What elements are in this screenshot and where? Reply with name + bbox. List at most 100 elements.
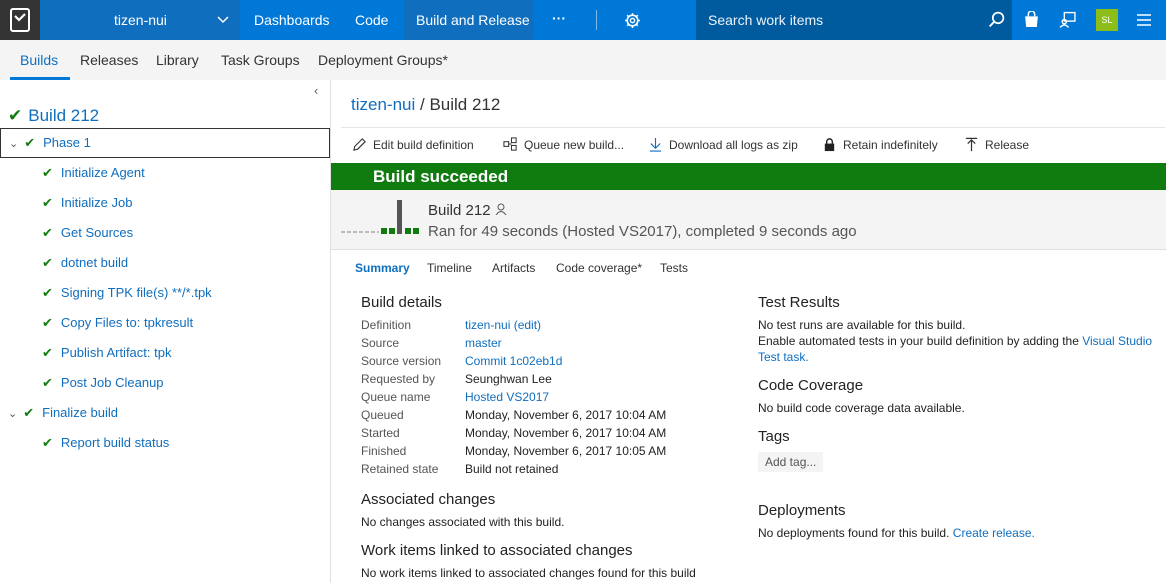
person-icon	[495, 202, 507, 219]
tree-step-label: Copy Files to: tpkresult	[60, 315, 194, 330]
tab-artifacts[interactable]: Artifacts	[492, 261, 535, 275]
add-tag-button[interactable]: Add tag...	[758, 452, 824, 472]
commit-link[interactable]: Commit 1c02eb1d	[465, 354, 562, 368]
avatar[interactable]: SL	[1096, 9, 1118, 31]
work-items-heading: Work items linked to associated changes	[361, 542, 633, 559]
search-icon[interactable]	[988, 11, 1005, 33]
detail-label: Definition	[361, 318, 412, 332]
hub-deployment-groups[interactable]: Deployment Groups*	[318, 52, 448, 68]
associated-changes-heading: Associated changes	[361, 491, 496, 508]
hub-task-groups[interactable]: Task Groups	[221, 52, 300, 68]
nav-divider	[596, 10, 597, 30]
collapse-panel-icon[interactable]: ‹	[314, 83, 318, 98]
tree-step[interactable]: ✔ dotnet build	[42, 255, 128, 271]
tree-step[interactable]: ✔ Get Sources	[42, 225, 133, 241]
tree-phase-row[interactable]: ⌄ ✔ Phase 1	[0, 128, 330, 158]
toolbar-label: Queue new build...	[524, 137, 625, 152]
check-icon: ✔	[42, 285, 53, 300]
tree-step[interactable]: ✔ Signing TPK file(s) **/*.tpk	[42, 285, 212, 301]
detail-label: Source	[361, 336, 400, 350]
hub-library[interactable]: Library	[156, 52, 199, 68]
hub-releases[interactable]: Releases	[80, 52, 138, 68]
detail-label: Started	[361, 426, 400, 440]
tree-step[interactable]: ✔ Copy Files to: tpkresult	[42, 315, 193, 331]
build-meta: Ran for 49 seconds (Hosted VS2017), comp…	[428, 223, 857, 240]
test-task-link[interactable]: Test task	[758, 350, 805, 364]
toolbar-label: Release	[985, 137, 1030, 152]
detail-label: Source version	[361, 354, 442, 368]
edit-build-definition-button[interactable]: Edit build definition	[352, 137, 474, 152]
detail-label: Queued	[361, 408, 404, 422]
tab-code-coverage[interactable]: Code coverage*	[556, 261, 642, 275]
tree-step[interactable]: ✔ Post Job Cleanup	[42, 375, 164, 391]
tree-step[interactable]: ✔ Publish Artifact: tpk	[42, 345, 171, 361]
pencil-icon	[353, 138, 366, 151]
tree-finalize-label: Finalize build	[42, 405, 118, 420]
tree-build-root[interactable]: ✔ Build 212	[8, 106, 99, 126]
nav-build-and-release[interactable]: Build and Release	[416, 12, 530, 28]
tree-step-label: Signing TPK file(s) **/*.tpk	[60, 285, 212, 300]
tree-step[interactable]: ✔ Report build status	[42, 435, 169, 451]
build-status-text: Build succeeded	[373, 167, 509, 186]
search-input[interactable]	[708, 10, 978, 30]
build-status-banner: Build succeeded	[331, 163, 1166, 190]
deployments-message: No deployments found for this build.	[758, 526, 953, 540]
download-logs-button[interactable]: Download all logs as zip	[648, 137, 798, 152]
test-results-heading: Test Results	[758, 294, 840, 311]
retain-indefinitely-button[interactable]: Retain indefinitely	[822, 137, 938, 152]
project-name: tizen-nui	[114, 12, 167, 28]
breadcrumb-separator: /	[415, 95, 430, 114]
create-release-link[interactable]: Create release	[953, 526, 1032, 540]
source-branch-link[interactable]: master	[465, 336, 502, 350]
tree-step-label: Get Sources	[60, 225, 134, 240]
tab-tests[interactable]: Tests	[660, 261, 688, 275]
detail-label: Retained state	[361, 462, 439, 476]
queued-value: Monday, November 6, 2017 10:04 AM	[465, 408, 667, 422]
feedback-icon[interactable]	[1059, 11, 1076, 33]
chevron-down-icon[interactable]: ⌄	[9, 138, 18, 150]
download-icon	[649, 137, 662, 152]
deployments-period: .	[1031, 526, 1035, 540]
tab-timeline[interactable]: Timeline	[427, 261, 472, 275]
test-results-text: No test runs are available for this buil…	[758, 318, 966, 332]
gear-icon[interactable]	[624, 12, 641, 34]
lock-icon	[824, 138, 835, 152]
hub-builds[interactable]: Builds	[20, 52, 58, 68]
hub-bar: Builds Releases Library Task Groups Depl…	[0, 40, 1166, 80]
check-icon: ✔	[42, 255, 53, 270]
toolbar-label: Download all logs as zip	[669, 137, 798, 152]
nav-code[interactable]: Code	[355, 12, 388, 28]
tree-finalize-row[interactable]: ⌄ ✔ Finalize build	[8, 405, 118, 421]
test-results-enable-text-cont: Test task.	[758, 350, 809, 364]
tree-step-label: Post Job Cleanup	[60, 375, 164, 390]
detail-label: Finished	[361, 444, 407, 458]
queue-link[interactable]: Hosted VS2017	[465, 390, 549, 404]
build-number-text: Build 212	[428, 202, 491, 219]
chevron-down-icon[interactable]: ⌄	[8, 408, 17, 420]
more-menu-icon[interactable]: ···	[552, 10, 566, 26]
tree-phase-label: Phase 1	[43, 135, 91, 150]
vsts-logo-icon[interactable]	[0, 0, 40, 40]
search-box	[696, 0, 1012, 40]
build-history-chart-icon[interactable]	[341, 198, 421, 236]
marketplace-bag-icon[interactable]	[1023, 10, 1040, 33]
check-icon: ✔	[8, 106, 23, 125]
release-button[interactable]: Release	[964, 137, 1029, 152]
definition-link[interactable]: tizen-nui (edit)	[465, 318, 541, 332]
tab-summary[interactable]: Summary	[355, 261, 410, 275]
nav-dashboards[interactable]: Dashboards	[254, 12, 330, 28]
build-summary-card: Build 212 Ran for 49 seconds (Hosted VS2…	[331, 190, 1166, 250]
tree-step-label: Initialize Job	[60, 195, 133, 210]
visual-studio-test-link[interactable]: Visual Studio	[1082, 334, 1152, 348]
toolbar-label: Edit build definition	[373, 137, 474, 152]
breadcrumb-project-link[interactable]: tizen-nui	[351, 95, 415, 114]
tree-step[interactable]: ✔ Initialize Job	[42, 195, 132, 211]
tree-step[interactable]: ✔ Initialize Agent	[42, 165, 145, 181]
deployments-heading: Deployments	[758, 502, 846, 519]
test-results-enable-prefix: Enable automated tests in your build def…	[758, 334, 1083, 348]
test-results-enable-text: Enable automated tests in your build def…	[758, 334, 1152, 348]
queue-new-build-button[interactable]: Queue new build...	[503, 137, 624, 152]
project-selector[interactable]: tizen-nui	[40, 0, 240, 40]
hamburger-menu-icon[interactable]	[1137, 13, 1151, 32]
toolbar-label: Retain indefinitely	[843, 137, 938, 152]
